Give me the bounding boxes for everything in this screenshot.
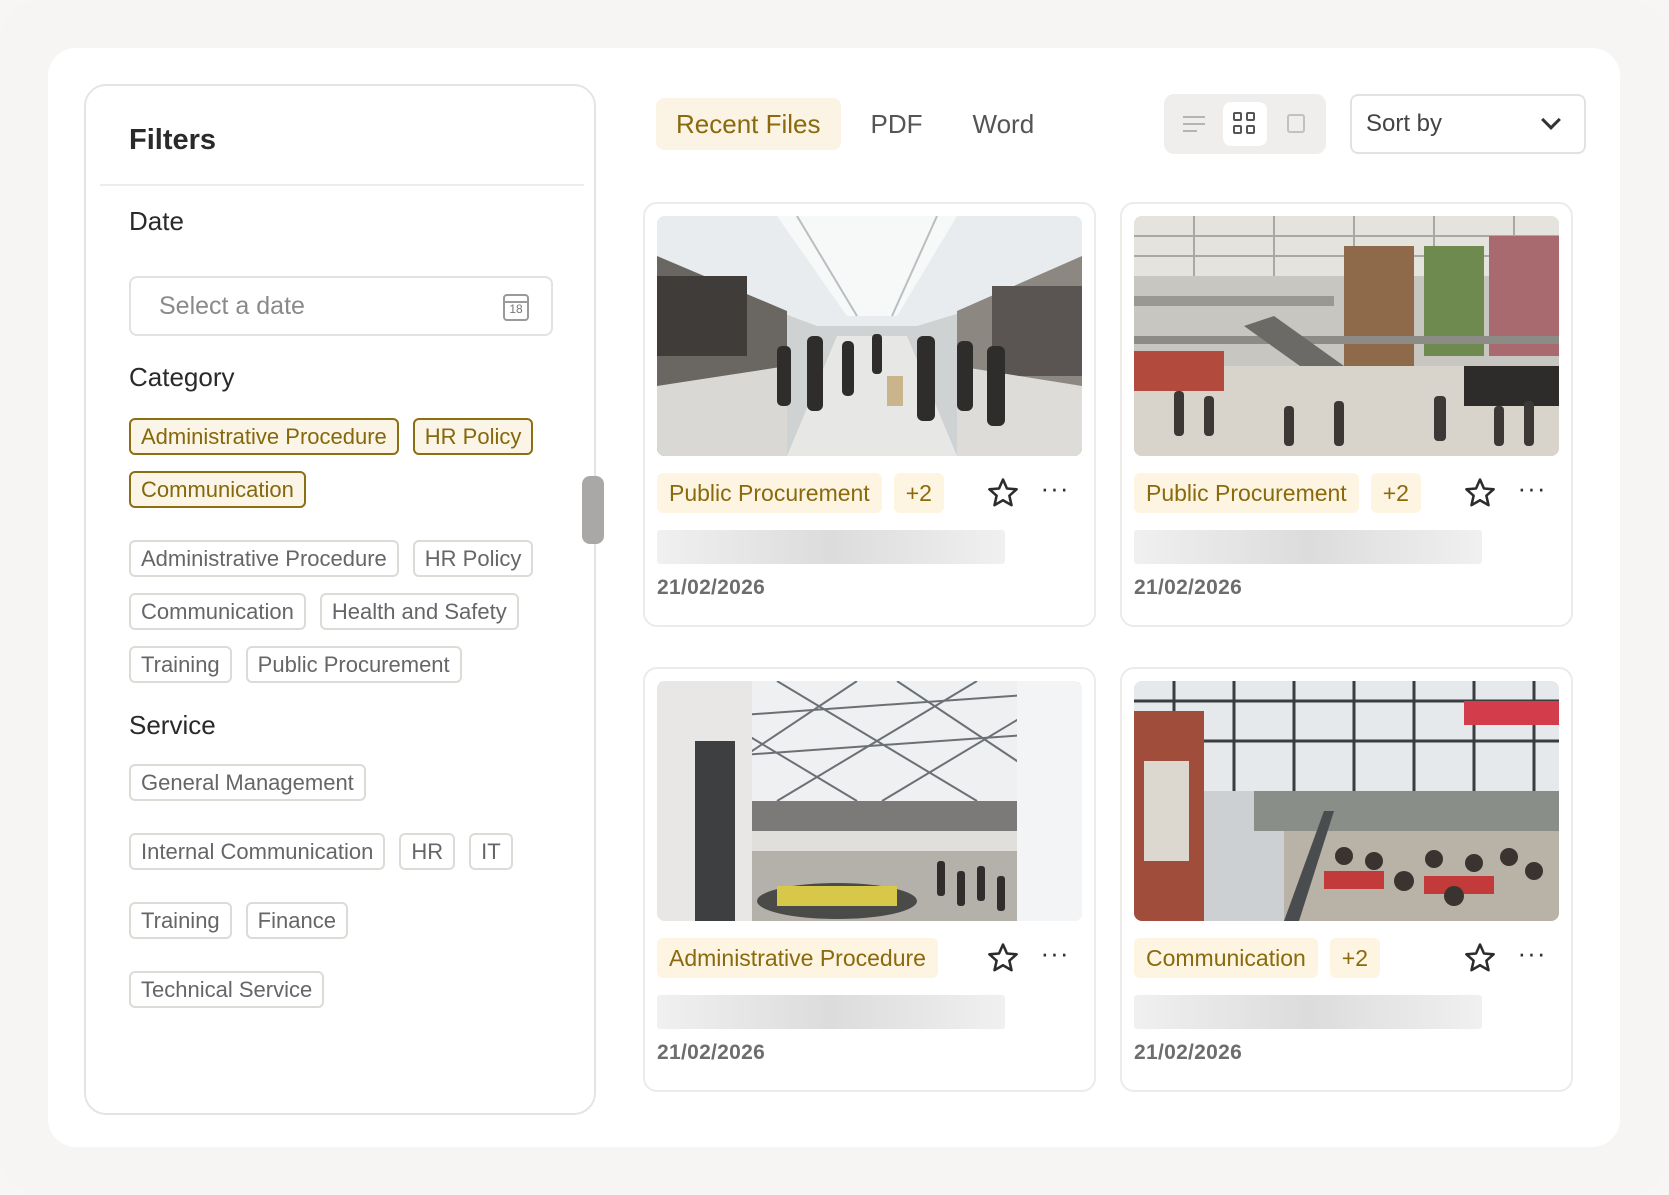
- card-category-tag[interactable]: Public Procurement: [657, 473, 882, 513]
- category-chip[interactable]: Training: [129, 646, 232, 683]
- grid-view-icon[interactable]: [1223, 102, 1267, 146]
- card-extra-tags-count[interactable]: +2: [893, 473, 944, 513]
- grid-cell: [1246, 112, 1255, 121]
- service-chip[interactable]: HR: [399, 833, 456, 870]
- more-options-icon[interactable]: ···: [1515, 475, 1549, 510]
- card-extra-tags-count[interactable]: +2: [1370, 473, 1421, 513]
- food-hall-photo: [1134, 681, 1559, 921]
- title-loading-skeleton: [657, 530, 1005, 564]
- date-placeholder: Select a date: [159, 291, 305, 320]
- star-icon[interactable]: [986, 941, 1020, 975]
- more-options-icon[interactable]: ···: [1515, 940, 1549, 975]
- file-card[interactable]: Public Procurement +2 ··· 21/02/2026: [1120, 202, 1573, 627]
- single-box: [1287, 114, 1305, 133]
- service-chip[interactable]: IT: [469, 833, 513, 870]
- filters-title: Filters: [129, 124, 217, 156]
- card-date: 21/02/2026: [1134, 576, 1243, 599]
- card-tags: Administrative Procedure: [657, 938, 938, 978]
- category-chip-selected[interactable]: Administrative Procedure: [129, 418, 399, 455]
- chevron-down-icon: [1541, 110, 1561, 130]
- title-loading-skeleton: [1134, 995, 1482, 1029]
- single-view-icon[interactable]: [1274, 102, 1318, 146]
- category-chip[interactable]: HR Policy: [412, 540, 534, 577]
- service-chip[interactable]: Technical Service: [129, 971, 325, 1008]
- tab-word[interactable]: Word: [953, 98, 1055, 150]
- card-date: 21/02/2026: [657, 1041, 766, 1064]
- card-category-tag[interactable]: Public Procurement: [1134, 473, 1359, 513]
- filters-panel: Filters Date Select a date 18 Category A…: [84, 84, 596, 1115]
- star-icon[interactable]: [1463, 941, 1497, 975]
- divider: [100, 184, 584, 186]
- title-loading-skeleton: [657, 995, 1005, 1029]
- date-picker-input[interactable]: Select a date 18: [129, 276, 553, 336]
- star-icon[interactable]: [1463, 476, 1497, 510]
- category-section-title: Category: [129, 362, 235, 392]
- card-date: 21/02/2026: [1134, 1041, 1243, 1064]
- list-line: [1183, 130, 1197, 132]
- card-tags: Public Procurement +2: [657, 473, 944, 513]
- file-type-tabs: Recent Files PDF Word: [656, 98, 1054, 150]
- view-mode-toggle: [1164, 94, 1326, 154]
- category-chip-selected[interactable]: Communication: [129, 471, 306, 508]
- calendar-icon[interactable]: 18: [503, 294, 529, 321]
- service-chips: General Management Internal Communicatio…: [129, 764, 569, 1008]
- tab-pdf[interactable]: PDF: [851, 98, 943, 150]
- card-category-tag[interactable]: Communication: [1134, 938, 1318, 978]
- scrollbar-thumb[interactable]: [582, 476, 604, 544]
- category-chip[interactable]: Administrative Procedure: [129, 540, 399, 577]
- card-extra-tags-count[interactable]: +2: [1329, 938, 1381, 978]
- list-line: [1183, 123, 1205, 125]
- file-card[interactable]: Public Procurement +2 ··· 21/02/2026: [643, 202, 1096, 627]
- category-chip-selected[interactable]: HR Policy: [412, 418, 534, 455]
- mall-atrium-photo: [1134, 216, 1559, 456]
- more-options-icon[interactable]: ···: [1038, 475, 1072, 510]
- file-card[interactable]: Communication +2 ··· 21/02/2026: [1120, 667, 1573, 1092]
- card-tags: Communication +2: [1134, 938, 1381, 978]
- service-section-title: Service: [129, 710, 216, 740]
- grid-cell: [1233, 125, 1242, 134]
- list-view-icon[interactable]: [1172, 102, 1216, 146]
- service-chip[interactable]: Finance: [245, 902, 348, 939]
- mall-corridor-photo: [657, 216, 1082, 456]
- category-chip[interactable]: Health and Safety: [319, 593, 519, 630]
- service-chip[interactable]: General Management: [129, 764, 366, 801]
- title-loading-skeleton: [1134, 530, 1482, 564]
- grid-cell: [1233, 112, 1242, 121]
- star-icon[interactable]: [986, 476, 1020, 510]
- card-date: 21/02/2026: [657, 576, 766, 599]
- list-line: [1183, 116, 1205, 118]
- category-chip[interactable]: Public Procurement: [245, 646, 462, 683]
- file-thumbnail[interactable]: [657, 216, 1082, 456]
- file-thumbnail[interactable]: [1134, 216, 1559, 456]
- card-category-tag[interactable]: Administrative Procedure: [657, 938, 938, 978]
- file-card[interactable]: Administrative Procedure ··· 21/02/2026: [643, 667, 1096, 1092]
- category-chip[interactable]: Communication: [129, 593, 306, 630]
- grid-cell: [1246, 125, 1255, 134]
- category-chips: Administrative Procedure HR Policy Commu…: [129, 418, 569, 683]
- file-thumbnail[interactable]: [1134, 681, 1559, 921]
- tab-recent-files[interactable]: Recent Files: [656, 98, 841, 150]
- sort-dropdown[interactable]: Sort by: [1350, 94, 1586, 154]
- card-tags: Public Procurement +2: [1134, 473, 1421, 513]
- service-chip[interactable]: Training: [129, 902, 232, 939]
- date-section-title: Date: [129, 206, 184, 236]
- service-chip[interactable]: Internal Communication: [129, 833, 386, 870]
- file-thumbnail[interactable]: [657, 681, 1082, 921]
- sort-label: Sort by: [1366, 110, 1443, 137]
- glass-dome-mall-photo: [657, 681, 1082, 921]
- more-options-icon[interactable]: ···: [1038, 940, 1072, 975]
